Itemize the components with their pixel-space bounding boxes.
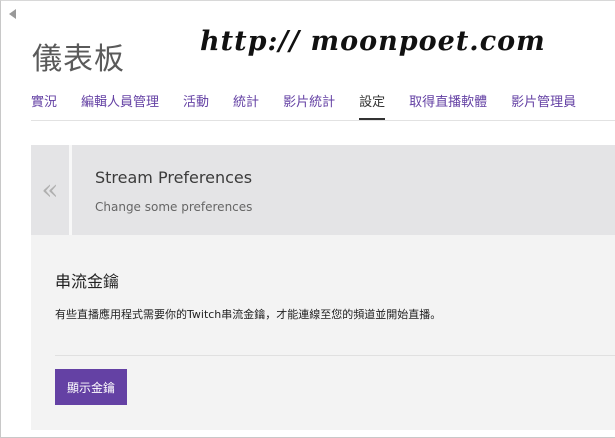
section-divider — [55, 355, 615, 356]
nav-item-video-manager[interactable]: 影片管理員 — [511, 94, 576, 120]
show-key-button[interactable]: 顯示金鑰 — [55, 369, 127, 405]
nav-item-stats[interactable]: 統計 — [233, 94, 259, 120]
back-arrow-icon[interactable] — [9, 9, 16, 19]
nav-item-video-stats[interactable]: 影片統計 — [283, 94, 335, 120]
collapse-button[interactable]: « — [31, 145, 72, 235]
double-chevron-left-icon: « — [41, 173, 59, 206]
nav-item-get-software[interactable]: 取得直播軟體 — [409, 94, 487, 120]
card-subtitle: Change some preferences — [95, 200, 253, 214]
nav-divider — [31, 120, 615, 121]
nav-item-events[interactable]: 活動 — [183, 94, 209, 120]
stream-key-title: 串流金鑰 — [55, 272, 120, 291]
card-title: Stream Preferences — [95, 168, 253, 187]
stream-preferences-card: « Stream Preferences Change some prefere… — [31, 145, 615, 430]
card-header: « Stream Preferences Change some prefere… — [31, 145, 615, 235]
stream-key-description: 有些直播應用程式需要你的Twitch串流金鑰，才能連線至您的頻道並開始直播。 — [55, 308, 442, 321]
nav-item-editors[interactable]: 編輯人員管理 — [81, 94, 159, 120]
watermark-text: http:// moonpoet.com — [200, 26, 546, 57]
dashboard-nav: 實況 編輯人員管理 活動 統計 影片統計 設定 取得直播軟體 影片管理員 — [31, 94, 600, 120]
page-title: 儀表板 — [32, 42, 125, 77]
nav-item-live[interactable]: 實況 — [31, 94, 57, 120]
nav-item-settings[interactable]: 設定 — [359, 94, 386, 120]
